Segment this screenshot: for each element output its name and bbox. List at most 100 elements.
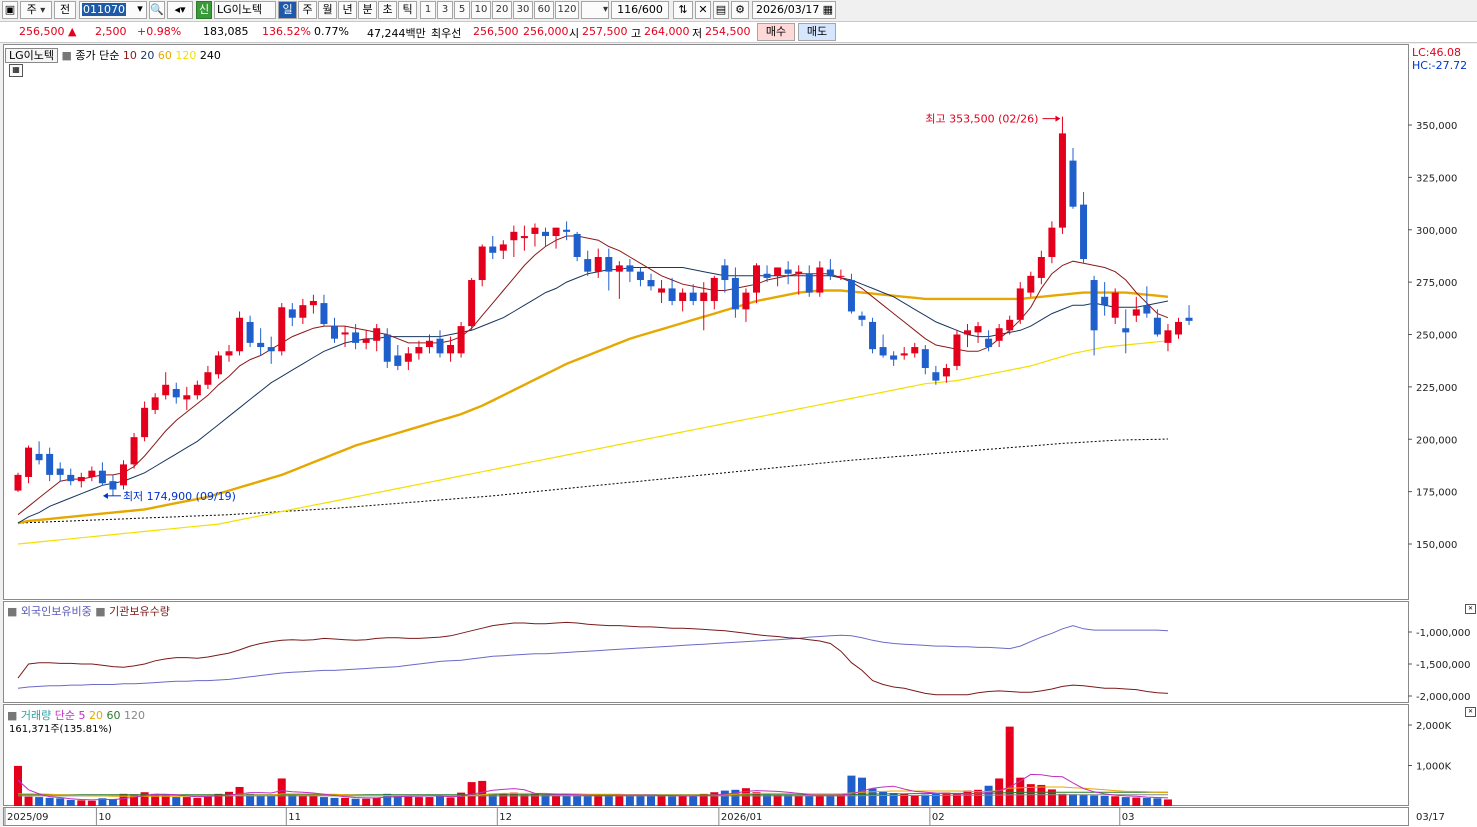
candle-body[interactable] xyxy=(964,330,971,335)
volume-bar[interactable] xyxy=(1058,793,1067,806)
buy-button[interactable]: 매수 xyxy=(757,23,795,41)
volume-bar[interactable] xyxy=(256,795,265,806)
volume-bar[interactable] xyxy=(478,780,487,806)
candle-body[interactable] xyxy=(911,347,919,354)
candle-body[interactable] xyxy=(774,267,782,276)
candle-body[interactable] xyxy=(1048,227,1056,257)
gear-icon[interactable]: ⚙ xyxy=(731,1,749,19)
calculator-icon[interactable]: ▦ xyxy=(9,64,23,77)
candle-body[interactable] xyxy=(98,470,106,484)
volume-bar[interactable] xyxy=(436,795,444,806)
candle-body[interactable] xyxy=(826,269,834,276)
candle-body[interactable] xyxy=(858,315,866,320)
volume-bar[interactable] xyxy=(794,795,803,806)
candle-body[interactable] xyxy=(531,227,539,234)
stock-title-box[interactable]: LG이노텍 xyxy=(5,48,59,63)
volume-bar[interactable] xyxy=(488,793,497,806)
volume-bar[interactable] xyxy=(319,797,328,806)
speaker-icon[interactable]: ◂▾ xyxy=(167,1,193,19)
candle-body[interactable] xyxy=(1069,160,1077,207)
volume-bar[interactable] xyxy=(910,795,919,806)
candle-body[interactable] xyxy=(573,233,581,257)
tab-period-주[interactable]: 주 xyxy=(298,1,317,19)
volume-bar[interactable] xyxy=(689,796,698,806)
candle-body[interactable] xyxy=(805,273,813,293)
candle-body[interactable] xyxy=(1027,275,1035,293)
candle-body[interactable] xyxy=(1143,305,1151,314)
candle-body[interactable] xyxy=(869,321,877,350)
volume-bar[interactable] xyxy=(341,797,350,806)
tab-period-월[interactable]: 월 xyxy=(318,1,337,19)
volume-bar[interactable] xyxy=(87,800,96,806)
volume-bar[interactable] xyxy=(847,775,856,806)
volume-bar[interactable] xyxy=(1037,784,1046,806)
volume-bar[interactable] xyxy=(1100,795,1109,806)
volume-bar[interactable] xyxy=(35,797,44,806)
chart-svg[interactable]: 350,000 325,000 300,000 275,000 250,000 225,0… xyxy=(3,44,1477,827)
candle-body[interactable] xyxy=(995,328,1003,341)
tab-period-틱[interactable]: 틱 xyxy=(398,1,417,19)
code-dropdown-icon[interactable]: ▾ xyxy=(133,1,147,19)
candle-body[interactable] xyxy=(974,326,982,333)
candle-body[interactable] xyxy=(932,372,940,381)
candle-body[interactable] xyxy=(109,481,117,490)
candle-body[interactable] xyxy=(67,474,75,482)
candle-body[interactable] xyxy=(615,265,623,272)
volume-bar[interactable] xyxy=(225,791,233,806)
candle-body[interactable] xyxy=(499,244,507,251)
candle-body[interactable] xyxy=(1175,321,1182,335)
candle-body[interactable] xyxy=(890,355,898,360)
candle-body[interactable] xyxy=(1006,319,1014,331)
candle-body[interactable] xyxy=(373,328,381,341)
volume-bar[interactable] xyxy=(594,795,603,806)
interval-20[interactable]: 20 xyxy=(492,1,512,19)
volume-bar[interactable] xyxy=(1153,798,1162,806)
volume-bar[interactable] xyxy=(351,798,360,806)
candle-body[interactable] xyxy=(1016,288,1024,320)
pane-close-icon[interactable]: ✕ xyxy=(1465,707,1476,717)
interval-custom-select[interactable]: ▾ xyxy=(581,1,609,19)
volume-bar[interactable] xyxy=(362,798,371,806)
candle-body[interactable] xyxy=(457,326,465,354)
candle-body[interactable] xyxy=(162,384,170,396)
window-menu-icon[interactable]: ▣ xyxy=(2,1,18,19)
sell-button[interactable]: 매도 xyxy=(798,23,836,41)
candle-body[interactable] xyxy=(225,351,233,356)
volume-bar[interactable] xyxy=(530,793,539,806)
candle-body[interactable] xyxy=(1153,317,1161,335)
candle-body[interactable] xyxy=(25,447,33,477)
interval-5[interactable]: 5 xyxy=(454,1,470,19)
candle-body[interactable] xyxy=(763,273,771,278)
volume-bar[interactable] xyxy=(203,795,212,806)
candle-body[interactable] xyxy=(141,407,149,438)
candle-body[interactable] xyxy=(1164,330,1172,343)
volume-bar[interactable] xyxy=(446,797,455,806)
candle-body[interactable] xyxy=(563,229,571,232)
candle-body[interactable] xyxy=(77,476,85,482)
volume-bar[interactable] xyxy=(668,796,677,806)
volume-bar[interactable] xyxy=(552,795,561,806)
candle-body[interactable] xyxy=(14,474,22,491)
candle-body[interactable] xyxy=(668,288,676,301)
candle-body[interactable] xyxy=(331,326,338,339)
volume-bar[interactable] xyxy=(678,795,687,806)
volume-bar[interactable] xyxy=(77,800,86,806)
volume-bar[interactable] xyxy=(372,797,381,806)
candle-body[interactable] xyxy=(626,265,634,272)
candle-body[interactable] xyxy=(816,267,824,293)
candle-body[interactable] xyxy=(731,277,739,310)
candle-body[interactable] xyxy=(120,464,127,486)
volume-bar[interactable] xyxy=(309,795,318,806)
candle-body[interactable] xyxy=(425,340,433,348)
candle-body[interactable] xyxy=(1111,292,1119,318)
candle-body[interactable] xyxy=(900,353,908,356)
candle-body[interactable] xyxy=(784,269,792,274)
volume-bar[interactable] xyxy=(414,797,423,806)
volume-bar[interactable] xyxy=(583,795,592,806)
candle-body[interactable] xyxy=(236,317,244,352)
volume-bar[interactable] xyxy=(1079,795,1088,806)
candle-body[interactable] xyxy=(394,355,402,366)
volume-bar[interactable] xyxy=(66,799,75,806)
candle-body[interactable] xyxy=(88,470,96,477)
volume-bar[interactable] xyxy=(108,799,117,806)
